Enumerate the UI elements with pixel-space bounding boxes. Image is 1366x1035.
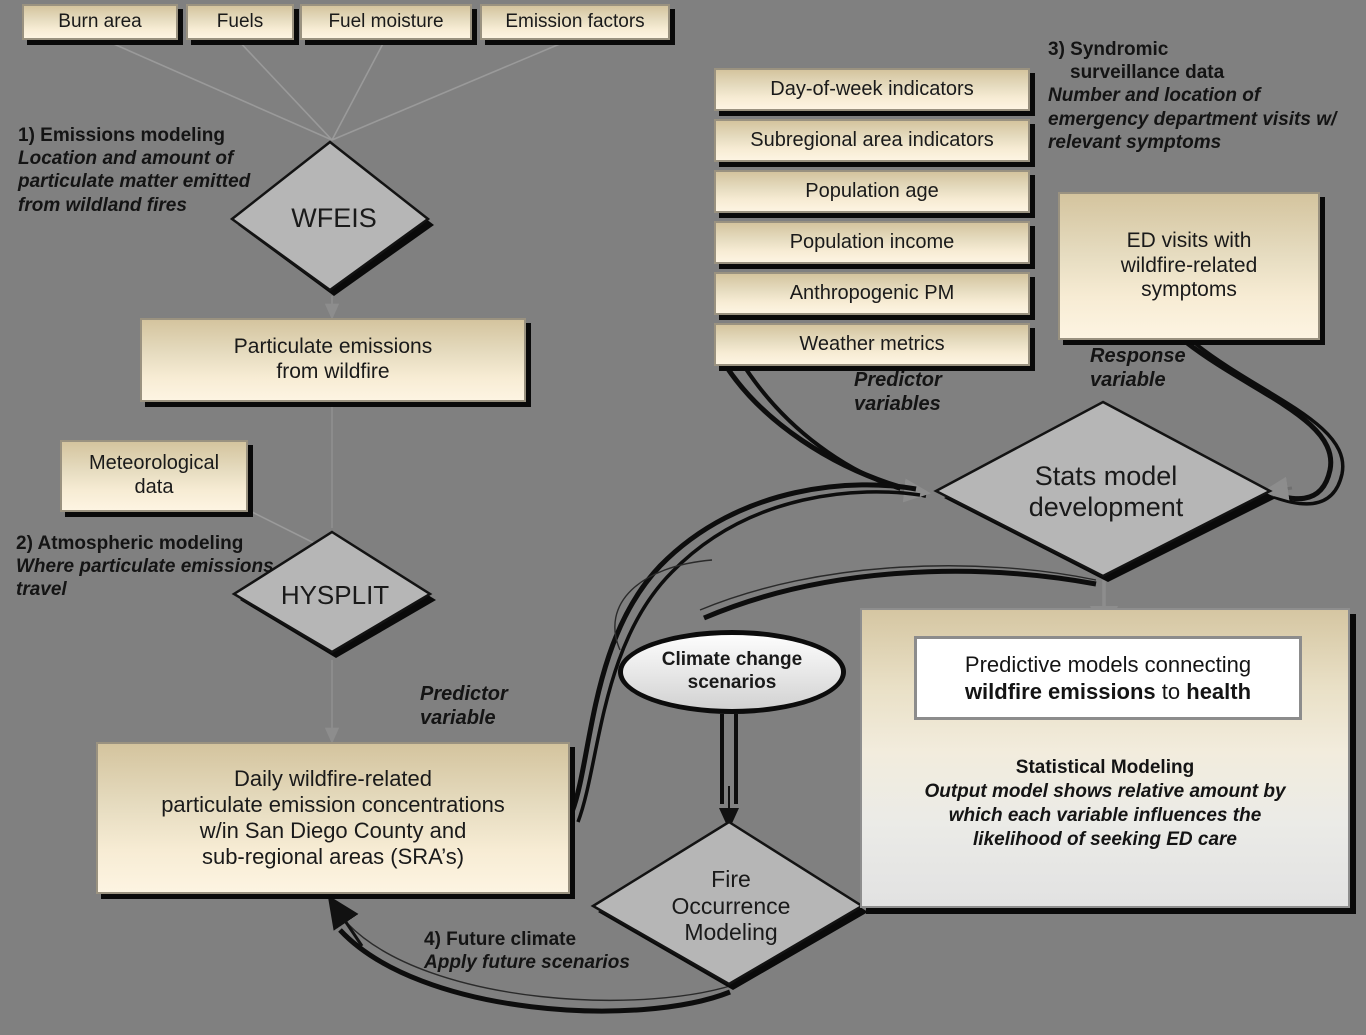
stage3-heading-line-2: surveillance data	[1070, 62, 1225, 84]
stats-model-line-1: Stats model	[1034, 460, 1178, 491]
predictor-variable-line-1: Predictor	[420, 683, 508, 705]
node-ed-visits[interactable]: ED visits with wildfire-related symptoms	[1058, 192, 1320, 340]
predictor-variable-line-2: variable	[420, 707, 496, 729]
label-response-variable: Response variable	[1090, 344, 1230, 392]
fire-line-2: Occurrence	[671, 892, 791, 919]
input-box-label: Burn area	[58, 10, 142, 32]
daily-line-1: Daily wildfire-related	[233, 766, 433, 792]
headline-emphasis-health: health	[1186, 679, 1252, 704]
output-line-2: from wildfire	[276, 360, 390, 383]
predictor-box-anthropogenic-pm[interactable]: Anthropogenic PM	[714, 272, 1030, 315]
fire-occurrence-label: Fire Occurrence Modeling	[619, 866, 842, 946]
ed-visits-line-2: wildfire-related	[1120, 253, 1258, 277]
predictor-variables-line-1: Predictor	[854, 369, 942, 391]
input-box-fuel-moisture[interactable]: Fuel moisture	[300, 4, 472, 40]
predictor-variables-line-2: variables	[854, 393, 941, 415]
diagram-canvas: Burn area Fuels Fuel moisture Emission f…	[0, 0, 1366, 1035]
process-hysplit[interactable]: HYSPLIT	[228, 528, 442, 662]
ed-visits-line-1: ED visits with	[1126, 228, 1252, 252]
predictor-box-day-of-week[interactable]: Day-of-week indicators	[714, 68, 1030, 111]
ed-visits-line-3: symptoms	[1141, 278, 1237, 302]
fire-line-3: Modeling	[684, 919, 778, 946]
node-climate-change-scenarios[interactable]: Climate change scenarios	[618, 630, 846, 714]
response-variable-line-2: variable	[1090, 369, 1166, 391]
headline-emphasis-emissions: wildfire emissions	[964, 679, 1156, 704]
headline-connector: to	[1155, 679, 1187, 704]
predictor-label: Anthropogenic PM	[789, 281, 955, 304]
met-line-1: Meteorological	[88, 452, 220, 475]
daily-line-3: w/in San Diego County and	[199, 818, 467, 843]
stage3-annotation: 3) Syndromic surveillance data Number an…	[1048, 38, 1348, 154]
panel-body-line-3: likelihood of seeking ED care	[973, 828, 1237, 850]
predictor-label: Weather metrics	[799, 332, 945, 355]
stats-model-label: Stats model development	[969, 461, 1244, 524]
panel-body: Statistical Modeling Output model shows …	[862, 756, 1348, 852]
stats-model-line-2: development	[1028, 492, 1184, 522]
input-box-label: Fuels	[216, 10, 264, 32]
process-wfeis[interactable]: WFEIS	[228, 138, 440, 300]
predictor-label: Population income	[789, 230, 955, 253]
process-hysplit-label: HYSPLIT	[280, 579, 390, 610]
output-line-1: Particulate emissions	[233, 335, 433, 359]
climate-line-1: Climate change	[661, 649, 803, 671]
stage3-description: Number and location of emergency departm…	[1048, 85, 1337, 153]
predictor-box-population-age[interactable]: Population age	[714, 170, 1030, 213]
headline-line-1: Predictive models connecting	[964, 651, 1252, 677]
input-box-emission-factors[interactable]: Emission factors	[480, 4, 670, 40]
label-predictor-variable-left: Predictor variable	[420, 682, 550, 730]
predictor-label: Subregional area indicators	[750, 128, 994, 151]
input-box-burn-area[interactable]: Burn area	[22, 4, 178, 40]
climate-line-2: scenarios	[687, 672, 777, 693]
panel-subtitle: Statistical Modeling	[1015, 757, 1195, 778]
predictor-label: Day-of-week indicators	[770, 77, 974, 100]
process-fire-occurrence-modeling[interactable]: Fire Occurrence Modeling	[588, 818, 874, 994]
headline-line-2: wildfire emissions to health	[965, 678, 1251, 706]
predictor-box-population-income[interactable]: Population income	[714, 221, 1030, 264]
met-line-2: data	[134, 476, 174, 498]
stage3-heading-line-1: 3) Syndromic	[1048, 39, 1169, 60]
panel-body-line-2: which each variable influences the	[948, 804, 1262, 826]
output-particulate-emissions[interactable]: Particulate emissions from wildfire	[140, 318, 526, 402]
fire-line-1: Fire	[711, 865, 751, 892]
panel-statistical-modeling[interactable]: Predictive models connecting wildfire em…	[860, 608, 1350, 908]
panel-body-line-1: Output model shows relative amount by	[924, 780, 1286, 802]
process-wfeis-label: WFEIS	[291, 203, 377, 234]
input-box-fuels[interactable]: Fuels	[186, 4, 294, 40]
input-meteorological-data[interactable]: Meteorological data	[60, 440, 248, 512]
predictor-box-subregional-area[interactable]: Subregional area indicators	[714, 119, 1030, 162]
daily-line-2: particulate emission concentrations	[161, 792, 505, 818]
output-daily-concentrations[interactable]: Daily wildfire-related particulate emiss…	[96, 742, 570, 894]
daily-line-4: sub-regional areas (SRA’s)	[201, 843, 465, 869]
predictor-box-weather-metrics[interactable]: Weather metrics	[714, 323, 1030, 366]
panel-headline-box: Predictive models connecting wildfire em…	[914, 636, 1302, 720]
predictor-label: Population age	[805, 179, 939, 202]
response-variable-line-1: Response	[1090, 345, 1186, 367]
process-stats-model-development[interactable]: Stats model development	[930, 398, 1282, 586]
input-box-label: Emission factors	[505, 10, 645, 32]
input-box-label: Fuel moisture	[328, 10, 444, 32]
